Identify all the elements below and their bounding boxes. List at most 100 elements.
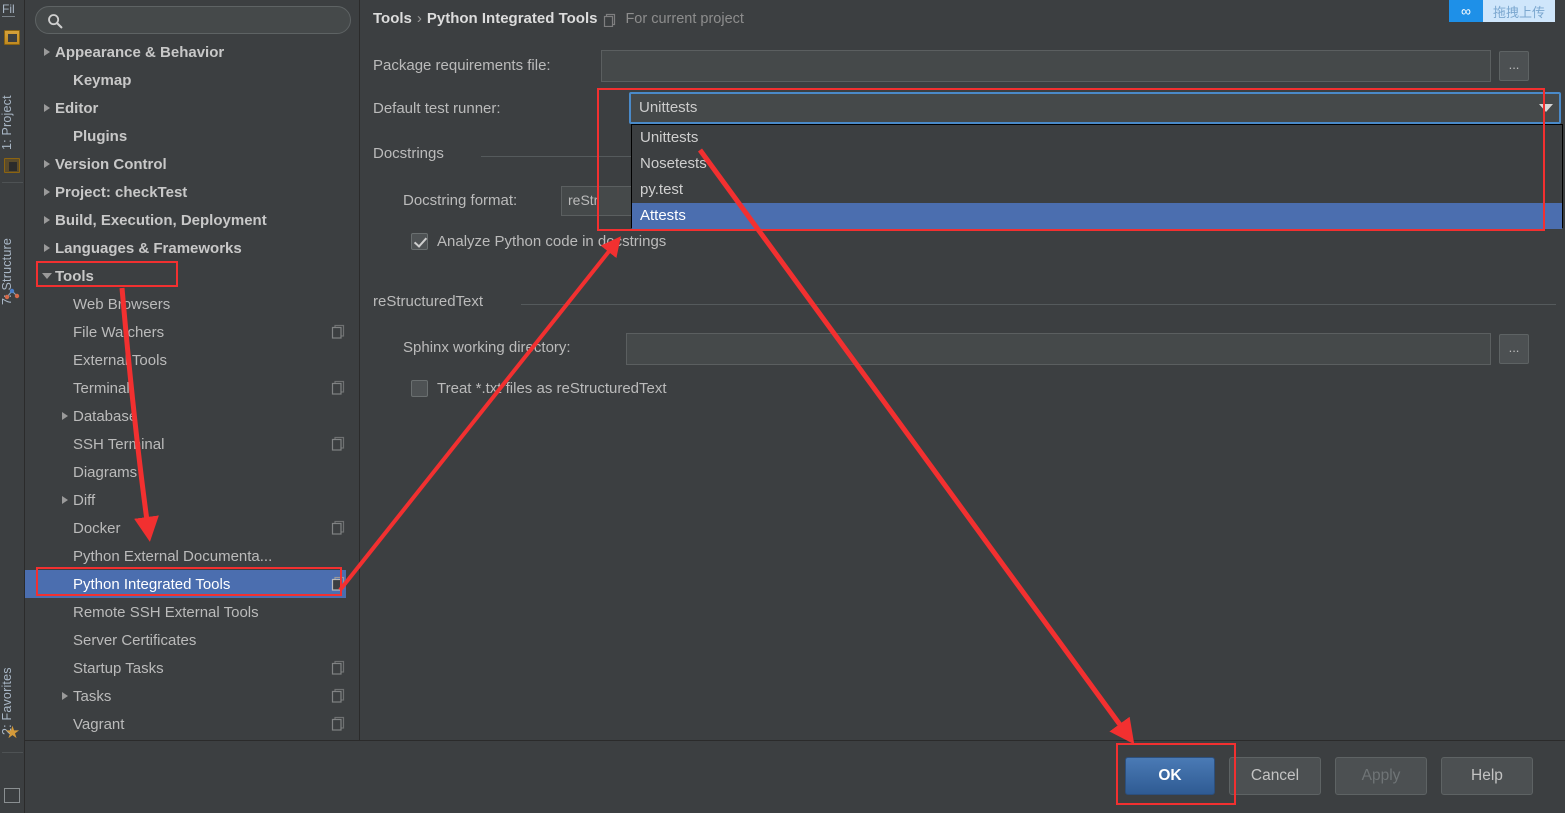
- chevron-down-icon[interactable]: [1533, 94, 1559, 122]
- ide-tool-window-strip: Fil 1: Project 7: Structure 2: Favorites…: [0, 0, 25, 813]
- sidebar-item-remote-ssh-external-tools[interactable]: Remote SSH External Tools: [25, 598, 360, 626]
- project-scope-icon: [603, 13, 617, 27]
- structure-icon-svg: [4, 288, 20, 300]
- project-scope-icon: [331, 380, 346, 395]
- sidebar-item-editor[interactable]: Editor: [25, 94, 360, 122]
- sidebar-item-project-checktest[interactable]: Project: checkTest: [25, 178, 360, 206]
- sidebar-item-languages-frameworks[interactable]: Languages & Frameworks: [25, 234, 360, 262]
- chevron-right-icon[interactable]: [39, 206, 55, 234]
- sidebar-item-terminal[interactable]: Terminal: [25, 374, 360, 402]
- package-requirements-browse-button[interactable]: ...: [1499, 51, 1529, 81]
- sidebar-item-label: Startup Tasks: [73, 659, 164, 677]
- search-icon: [47, 13, 63, 29]
- sidebar-item-ssh-terminal[interactable]: SSH Terminal: [25, 430, 360, 458]
- sidebar-item-label: Diagrams: [73, 463, 138, 481]
- settings-content-pane: Tools › Python Integrated Tools For curr…: [361, 0, 1565, 740]
- sidebar-item-tools[interactable]: Tools: [25, 262, 360, 290]
- sidebar-item-python-integrated-tools[interactable]: Python Integrated Tools: [25, 570, 360, 598]
- sidebar-item-label: Terminal: [73, 379, 130, 397]
- chevron-right-icon[interactable]: [57, 402, 73, 430]
- default-test-runner-combobox[interactable]: Unittests: [629, 92, 1561, 124]
- dropdown-option-nosetests[interactable]: Nosetests: [632, 151, 1562, 177]
- package-requirements-label: Package requirements file:: [373, 57, 551, 74]
- sidebar-item-file-watchers[interactable]: File Watchers: [25, 318, 360, 346]
- search-input[interactable]: [70, 11, 340, 31]
- sidebar-item-label: Version Control: [55, 155, 167, 173]
- chevron-down-icon[interactable]: [39, 262, 55, 290]
- link-icon: ∞: [1448, 0, 1483, 22]
- project-scope-icon: [331, 436, 346, 451]
- project-scope-icon: [331, 660, 346, 675]
- sphinx-working-directory-input[interactable]: [626, 333, 1491, 365]
- sidebar-item-diff[interactable]: Diff: [25, 486, 360, 514]
- star-icon: ★: [4, 723, 21, 742]
- default-test-runner-dropdown-list[interactable]: Unittests Nosetests py.test Attests: [631, 124, 1563, 229]
- dropdown-option-py-test[interactable]: py.test: [632, 177, 1562, 203]
- terminal-icon: [4, 788, 20, 803]
- analyze-python-code-checkbox[interactable]: [411, 233, 428, 250]
- sidebar-item-database[interactable]: Database: [25, 402, 360, 430]
- chevron-right-icon[interactable]: [57, 486, 73, 514]
- sidebar-item-build-execution-deployment[interactable]: Build, Execution, Deployment: [25, 206, 360, 234]
- package-requirements-input[interactable]: [601, 50, 1491, 82]
- strip-divider: [2, 182, 23, 183]
- treat-txt-as-rst-checkbox[interactable]: [411, 380, 428, 397]
- tree-scrollbar-track[interactable]: [346, 44, 679, 776]
- chevron-right-icon[interactable]: [39, 94, 55, 122]
- project-scope-icon: [331, 688, 346, 703]
- sidebar-item-server-certificates[interactable]: Server Certificates: [25, 626, 360, 654]
- sidebar-item-appearance-behavior[interactable]: Appearance & Behavior: [25, 38, 360, 66]
- sidebar-item-vagrant[interactable]: Vagrant: [25, 710, 360, 738]
- dropdown-option-unittests[interactable]: Unittests: [632, 125, 1562, 151]
- structure-graph-icon: [4, 287, 20, 302]
- sidebar-item-diagrams[interactable]: Diagrams: [25, 458, 360, 486]
- strip-divider-bottom: [2, 752, 23, 753]
- chevron-right-icon[interactable]: [39, 150, 55, 178]
- sidebar-item-startup-tasks[interactable]: Startup Tasks: [25, 654, 360, 682]
- tool-window-button-project[interactable]: 1: Project: [0, 55, 25, 150]
- sidebar-item-label: Editor: [55, 99, 99, 117]
- help-button[interactable]: Help: [1441, 757, 1533, 795]
- dropdown-option-attests[interactable]: Attests: [632, 203, 1562, 229]
- ok-button[interactable]: OK: [1125, 757, 1215, 795]
- chevron-right-icon[interactable]: [39, 178, 55, 206]
- sidebar-item-label: Python Integrated Tools: [73, 575, 231, 593]
- chevron-right-icon[interactable]: [39, 234, 55, 262]
- sphinx-working-directory-browse-button[interactable]: ...: [1499, 334, 1529, 364]
- project-scope-icon: [331, 520, 346, 535]
- upload-badge[interactable]: ∞ 拖拽上传: [1448, 0, 1555, 22]
- settings-dialog: Appearance & Behavior Keymap Editor Plugins…: [25, 0, 1565, 813]
- cancel-button[interactable]: Cancel: [1229, 757, 1321, 795]
- sidebar-item-web-browsers[interactable]: Web Browsers: [25, 290, 360, 318]
- sidebar-item-python-external-documenta[interactable]: Python External Documenta...: [25, 542, 360, 570]
- docstrings-section-title: Docstrings: [373, 145, 452, 162]
- upload-badge-label: 拖拽上传: [1482, 0, 1555, 22]
- sidebar-item-label: Diff: [73, 491, 96, 509]
- settings-search-box[interactable]: [35, 6, 351, 34]
- treat-txt-as-rst-checkbox-row[interactable]: Treat *.txt files as reStructuredText: [411, 380, 667, 397]
- strip-file-menu-label[interactable]: Fil: [2, 2, 15, 17]
- sidebar-item-keymap[interactable]: Keymap: [25, 66, 360, 94]
- sidebar-item-plugins[interactable]: Plugins: [25, 122, 360, 150]
- chevron-right-icon[interactable]: [57, 682, 73, 710]
- sidebar-item-label: Remote SSH External Tools: [73, 603, 259, 621]
- sidebar-item-version-control[interactable]: Version Control: [25, 150, 360, 178]
- chevron-right-icon[interactable]: [39, 38, 55, 66]
- sidebar-item-label: File Watchers: [73, 323, 165, 341]
- tool-window-button-favorites[interactable]: 2: Favorites: [0, 630, 25, 735]
- sidebar-item-external-tools[interactable]: External Tools: [25, 346, 360, 374]
- default-test-runner-label: Default test runner:: [373, 100, 501, 117]
- sidebar-item-tasks[interactable]: Tasks: [25, 682, 360, 710]
- breadcrumb-parent[interactable]: Tools: [373, 10, 412, 27]
- analyze-python-code-checkbox-row[interactable]: Analyze Python code in docstrings: [411, 233, 666, 250]
- sidebar-item-docker[interactable]: Docker: [25, 514, 360, 542]
- settings-tree-list[interactable]: Appearance & Behavior Keymap Editor Plugins…: [25, 38, 360, 738]
